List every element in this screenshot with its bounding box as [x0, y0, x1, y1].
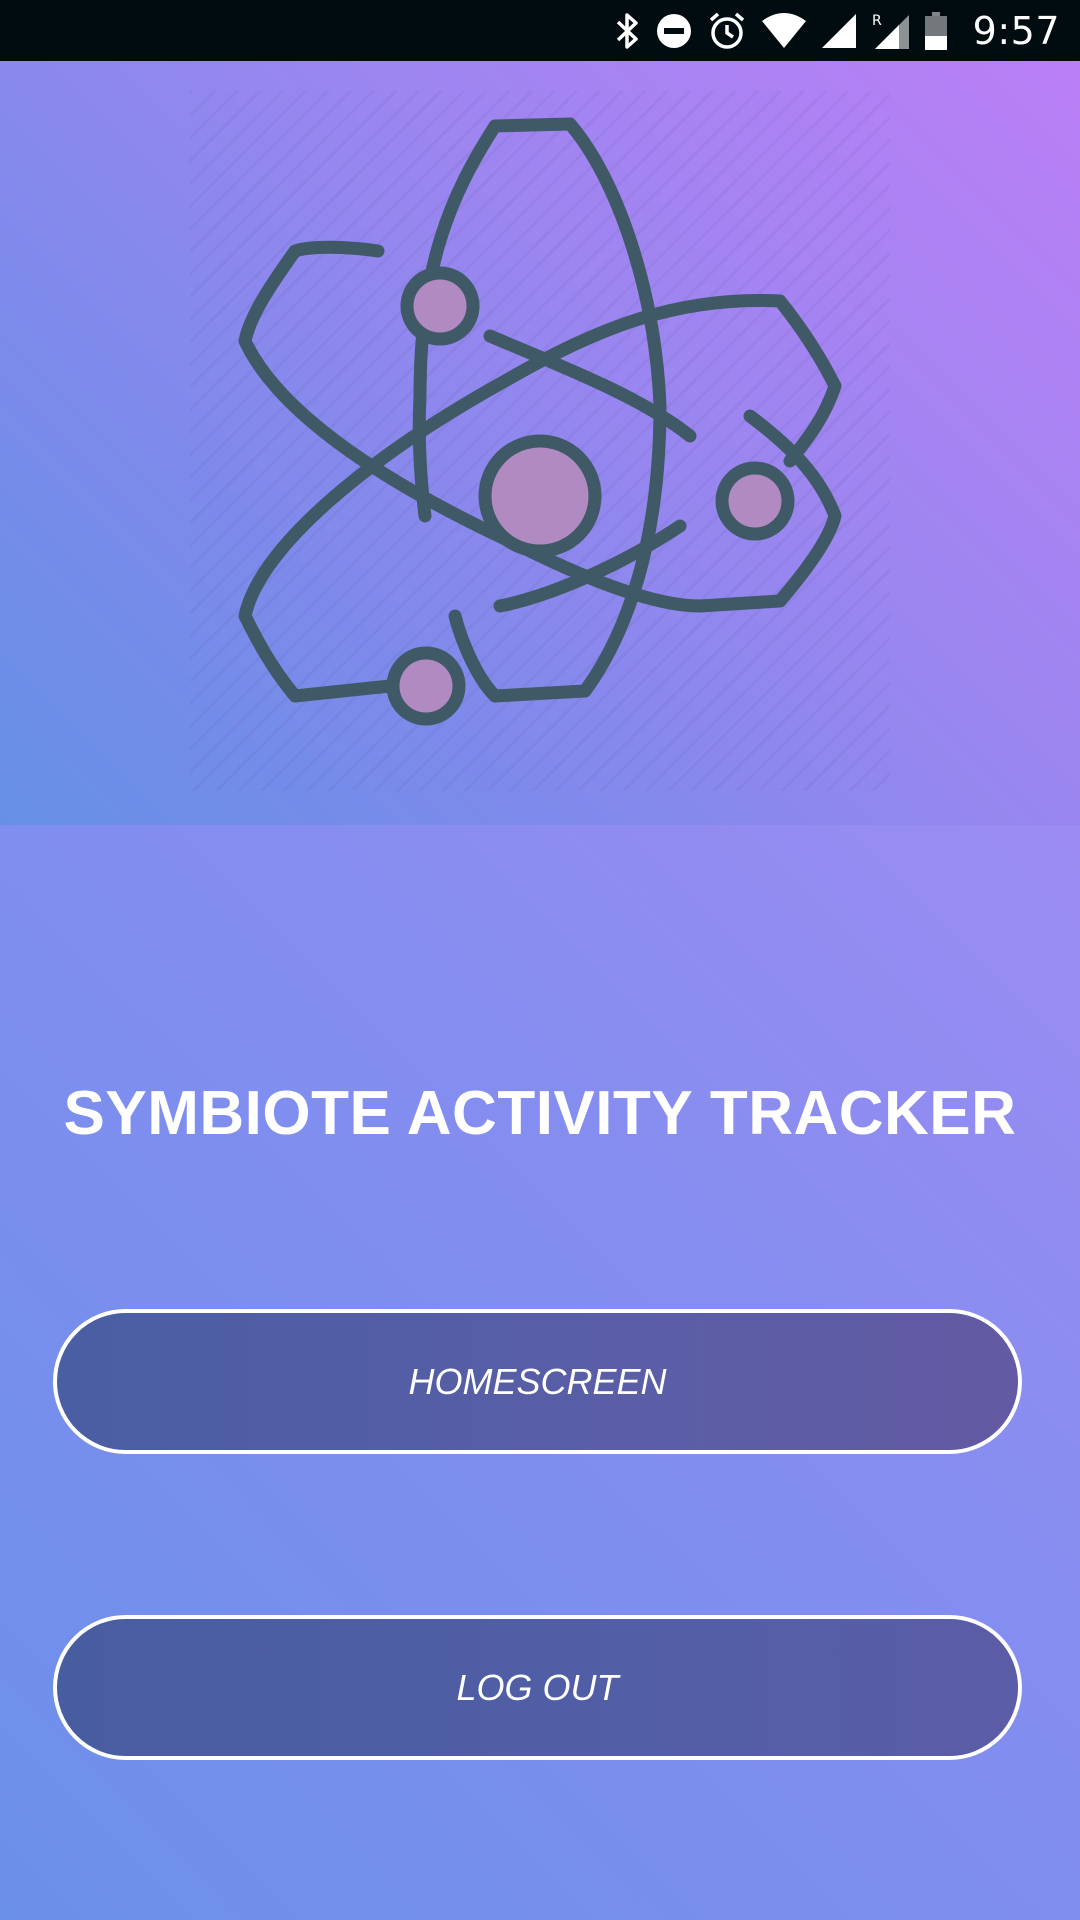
svg-text:R: R	[872, 13, 882, 29]
wifi-icon	[761, 12, 807, 49]
logout-button-label: LOG OUT	[456, 1666, 619, 1708]
logout-button[interactable]: LOG OUT	[53, 1615, 1022, 1760]
signal-icon	[821, 13, 857, 49]
atom-icon	[238, 117, 842, 726]
status-bar: R 9:57	[0, 0, 1080, 61]
status-time: 9:57	[972, 8, 1060, 53]
roaming-signal-icon: R	[871, 11, 911, 51]
bluetooth-icon	[615, 12, 641, 50]
status-icons: R 9:57	[601, 0, 1080, 61]
app-title: SYMBIOTE ACTIVITY TRACKER	[63, 1079, 1017, 1148]
battery-icon	[924, 11, 947, 50]
hero-banner	[0, 61, 1080, 825]
homescreen-button[interactable]: HOMESCREEN	[53, 1309, 1022, 1454]
do-not-disturb-icon	[655, 12, 693, 50]
alarm-icon	[707, 11, 747, 51]
homescreen-button-label: HOMESCREEN	[408, 1360, 667, 1402]
